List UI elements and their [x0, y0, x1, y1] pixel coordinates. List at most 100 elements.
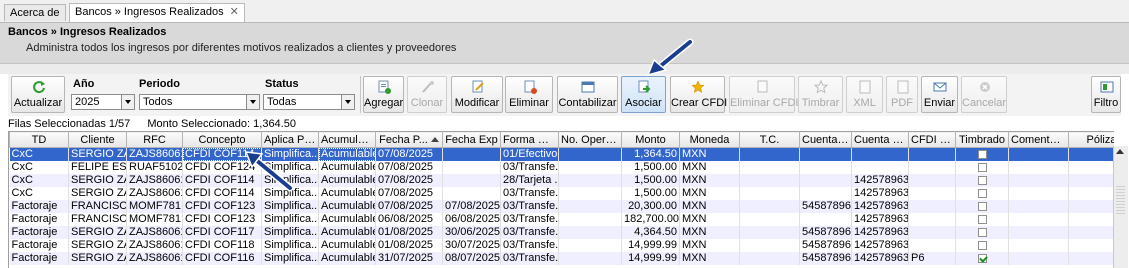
fecha-pago-cell[interactable]: 07/08/2025 — [375, 187, 443, 200]
moneda-cell[interactable]: MXN — [679, 147, 740, 161]
column-header[interactable]: T.C. — [739, 131, 800, 148]
cliente-cell[interactable]: FRANCISC... — [68, 213, 127, 226]
cuenta-emisora-cell[interactable]: 545878963... — [799, 252, 852, 265]
rfc-cell[interactable]: ZAJS86061... — [126, 187, 183, 200]
rfc-cell[interactable]: ZAJS86061... — [126, 174, 183, 187]
poliza-cell[interactable] — [1068, 226, 1114, 239]
monto-cell[interactable]: 1,500.00 — [621, 161, 680, 174]
aplica-para-cell[interactable]: Simplifica... — [261, 213, 319, 226]
timbrado-checkbox[interactable] — [977, 175, 987, 185]
monto-cell[interactable]: 14,999.99 — [621, 252, 680, 265]
cuenta-receptora-cell[interactable]: 142578963... — [851, 252, 909, 265]
concepto-cell[interactable]: CFDI COF117 — [182, 226, 262, 239]
cfdi-pago-cell[interactable] — [908, 226, 956, 239]
td-cell[interactable]: Factoraje — [9, 226, 69, 239]
moneda-cell[interactable]: MXN — [679, 174, 740, 187]
tc-cell[interactable] — [739, 187, 800, 200]
agregar-button[interactable]: Agregar — [363, 76, 404, 113]
cuenta-emisora-cell[interactable] — [799, 187, 852, 200]
column-header[interactable]: Póliza — [1068, 131, 1114, 148]
table-row[interactable]: FactorajeFRANCISC...MOMF781...CFDI COF12… — [9, 213, 1114, 226]
status-select[interactable]: Todas — [263, 94, 355, 110]
rfc-cell[interactable]: ZAJS86061... — [126, 226, 183, 239]
cliente-cell[interactable]: SERGIO ZA... — [68, 187, 127, 200]
tab-acerca-de[interactable]: Acerca de — [4, 4, 66, 21]
column-header[interactable]: Monto — [621, 131, 680, 148]
no-operacion-cell[interactable] — [558, 161, 622, 174]
table-row[interactable]: CxCSERGIO ZA...ZAJS86061...CFDI COF114Si… — [9, 147, 1114, 161]
timbrado-checkbox[interactable] — [977, 201, 987, 211]
moneda-cell[interactable]: MXN — [679, 187, 740, 200]
ingresos-grid[interactable]: TD Cliente RFC Concepto Aplica Para Acum… — [8, 131, 1114, 268]
rfc-cell[interactable]: ZAJS86061... — [126, 252, 183, 265]
forma-pago-cell[interactable]: 28/Tarjeta ... — [500, 174, 559, 187]
cuenta-emisora-cell[interactable] — [799, 161, 852, 174]
cuenta-emisora-cell[interactable]: 545878963... — [799, 239, 852, 252]
td-cell[interactable]: Factoraje — [9, 213, 69, 226]
column-header[interactable]: Cliente — [68, 131, 127, 148]
tab-ingresos-realizados[interactable]: Bancos » Ingresos Realizados ✕ — [69, 3, 245, 22]
moneda-cell[interactable]: MXN — [679, 252, 740, 265]
column-header[interactable]: Fecha P... — [375, 131, 443, 148]
chevron-down-icon[interactable] — [246, 95, 259, 109]
poliza-cell[interactable] — [1068, 187, 1114, 200]
aplica-para-cell[interactable]: Simplifica... — [261, 226, 319, 239]
acumulable-cell[interactable]: Acumulable — [318, 252, 376, 265]
concepto-cell[interactable]: CFDI COF124 — [182, 161, 262, 174]
eliminar-button[interactable]: Eliminar — [505, 76, 553, 113]
poliza-cell[interactable] — [1068, 200, 1114, 213]
fecha-exp-cell[interactable] — [442, 174, 501, 187]
column-header[interactable]: TD — [9, 131, 69, 148]
timbrado-checkbox[interactable] — [977, 253, 987, 263]
comentario-cell[interactable] — [1008, 200, 1069, 213]
td-cell[interactable]: Factoraje — [9, 252, 69, 265]
rfc-cell[interactable]: ZAJS86061... — [126, 147, 183, 161]
column-header[interactable]: Aplica Para — [261, 131, 319, 148]
asociar-button[interactable]: Asociar — [621, 76, 666, 113]
column-header[interactable]: Concepto — [182, 131, 262, 148]
timbrado-cell[interactable] — [955, 200, 1009, 213]
timbrado-checkbox[interactable] — [977, 214, 987, 224]
scroll-up-icon[interactable] — [1116, 149, 1124, 154]
monto-cell[interactable]: 1,500.00 — [621, 187, 680, 200]
crear-cfdi-button[interactable]: Crear CFDI — [670, 76, 727, 113]
monto-cell[interactable]: 1,364.50 — [621, 147, 680, 161]
timbrado-cell[interactable] — [955, 161, 1009, 174]
cfdi-pago-cell[interactable] — [908, 200, 956, 213]
column-header[interactable]: CFDI Pago — [908, 131, 956, 148]
timbrado-cell[interactable] — [955, 147, 1009, 161]
fecha-pago-cell[interactable]: 07/08/2025 — [375, 200, 443, 213]
filtro-button[interactable]: Filtro — [1091, 76, 1121, 113]
timbrado-checkbox[interactable] — [977, 227, 987, 237]
cuenta-emisora-cell[interactable] — [799, 147, 852, 161]
aplica-para-cell[interactable]: Simplifica... — [261, 161, 319, 174]
table-row[interactable]: FactorajeSERGIO ZA...ZAJS86061...CFDI CO… — [9, 252, 1114, 265]
tc-cell[interactable] — [739, 147, 800, 161]
cliente-cell[interactable]: FELIPE ESP... — [68, 161, 127, 174]
eliminar-cfdi-button[interactable]: Eliminar CFDI — [729, 76, 798, 113]
aplica-para-cell[interactable]: Simplifica... — [261, 174, 319, 187]
cancelar-button[interactable]: Cancelar — [961, 76, 1007, 113]
chevron-down-icon[interactable] — [121, 95, 134, 109]
td-cell[interactable]: CxC — [9, 147, 69, 161]
cliente-cell[interactable]: FRANCISC... — [68, 200, 127, 213]
table-row[interactable]: FactorajeFRANCISC...MOMF781...CFDI COF12… — [9, 200, 1114, 213]
acumulable-cell[interactable]: Acumulable — [318, 147, 376, 161]
column-header[interactable]: Acumulable — [318, 131, 376, 148]
comentario-cell[interactable] — [1008, 147, 1069, 161]
concepto-cell[interactable]: CFDI COF123 — [182, 200, 262, 213]
no-operacion-cell[interactable] — [558, 187, 622, 200]
xml-button[interactable]: XML — [846, 76, 883, 113]
forma-pago-cell[interactable]: 03/Transfe... — [500, 187, 559, 200]
cfdi-pago-cell[interactable]: P6 — [908, 252, 956, 265]
cfdi-pago-cell[interactable] — [908, 161, 956, 174]
fecha-pago-cell[interactable]: 07/08/2025 — [375, 147, 443, 161]
monto-cell[interactable]: 14,999.99 — [621, 239, 680, 252]
comentario-cell[interactable] — [1008, 239, 1069, 252]
timbrado-cell[interactable] — [955, 252, 1009, 265]
no-operacion-cell[interactable] — [558, 252, 622, 265]
enviar-button[interactable]: Enviar — [921, 76, 958, 113]
anio-select[interactable]: 2025 — [71, 94, 135, 110]
td-cell[interactable]: CxC — [9, 174, 69, 187]
rfc-cell[interactable]: MOMF781... — [126, 213, 183, 226]
